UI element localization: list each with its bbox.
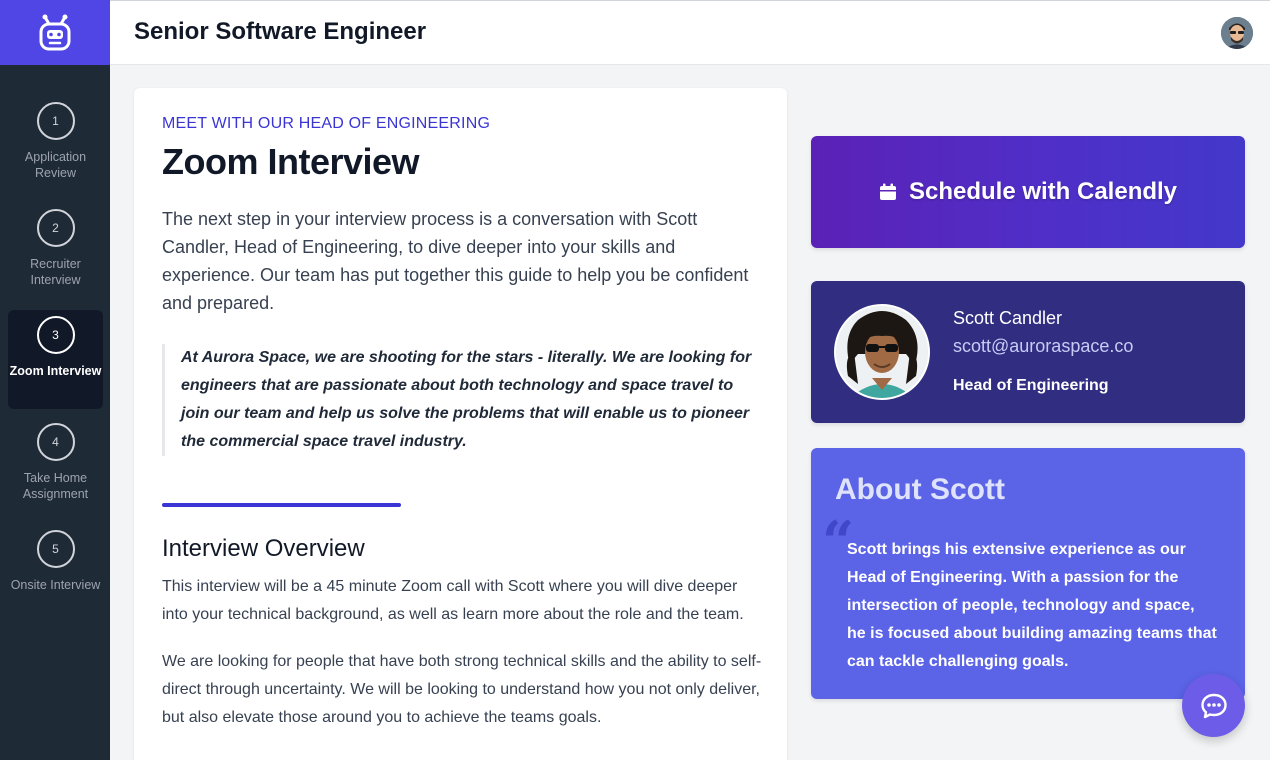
- step-number: 3: [36, 316, 75, 354]
- about-text: Scott brings his extensive experience as…: [847, 541, 1217, 670]
- step-number: 5: [36, 530, 75, 568]
- overview-paragraph-2: We are looking for people that have both…: [162, 653, 762, 726]
- interviewer-profile-card: Scott Candler scott@auroraspace.co Head …: [811, 281, 1245, 423]
- step-zoom-interview[interactable]: 3 Zoom Interview: [8, 310, 103, 409]
- page-title: Senior Software Engineer: [134, 18, 427, 45]
- step-onsite-interview[interactable]: 5 Onsite Interview: [8, 524, 103, 623]
- interviewer-email[interactable]: scott@auroraspace.co: [953, 336, 1133, 357]
- step-label: Take Home Assignment: [22, 471, 89, 501]
- schedule-label: Schedule with Calendly: [908, 178, 1178, 205]
- step-label: Zoom Interview: [9, 364, 102, 378]
- user-avatar[interactable]: [1221, 17, 1253, 49]
- about-title: About Scott: [835, 473, 1005, 506]
- interviewer-role: Head of Engineering: [953, 377, 1109, 394]
- interviewer-name: Scott Candler: [953, 308, 1063, 328]
- chat-button[interactable]: [1182, 674, 1245, 737]
- step-label: Recruiter Interview: [30, 257, 81, 287]
- step-number: 4: [36, 423, 75, 461]
- robot-logo-icon: [39, 14, 71, 50]
- step-label: Onsite Interview: [10, 578, 101, 592]
- guide-title: Zoom Interview: [162, 141, 420, 182]
- step-application-review[interactable]: 1 Application Review: [8, 96, 103, 195]
- step-number: 1: [36, 102, 75, 140]
- interview-guide-card: MEET WITH OUR HEAD OF ENGINEERING Zoom I…: [134, 88, 787, 760]
- interviewer-photo: [834, 304, 930, 400]
- step-label: Application Review: [24, 150, 87, 180]
- intro-paragraph: The next step in your interview process …: [162, 209, 749, 313]
- company-quote: At Aurora Space, we are shooting for the…: [162, 344, 759, 456]
- about-card: About Scott “ Scott brings his extensive…: [811, 448, 1245, 699]
- interview-steps: 1 Application Review 2 Recruiter Intervi…: [0, 65, 110, 623]
- top-header: Senior Software Engineer: [110, 0, 1270, 65]
- step-number: 2: [36, 209, 75, 247]
- sidebar: 1 Application Review 2 Recruiter Intervi…: [0, 0, 110, 760]
- app-logo[interactable]: [0, 0, 110, 65]
- overview-paragraph-1: This interview will be a 45 minute Zoom …: [162, 578, 744, 623]
- calendar-icon: [879, 183, 897, 201]
- step-recruiter-interview[interactable]: 2 Recruiter Interview: [8, 203, 103, 302]
- overview-heading: Interview Overview: [162, 535, 365, 562]
- chat-bubble-icon: [1200, 693, 1227, 718]
- section-eyebrow: MEET WITH OUR HEAD OF ENGINEERING: [162, 115, 491, 132]
- step-take-home-assignment[interactable]: 4 Take Home Assignment: [8, 417, 103, 516]
- schedule-calendly-button[interactable]: Schedule with Calendly: [811, 136, 1245, 248]
- avatar-icon: [1221, 17, 1253, 49]
- section-divider: [162, 503, 401, 507]
